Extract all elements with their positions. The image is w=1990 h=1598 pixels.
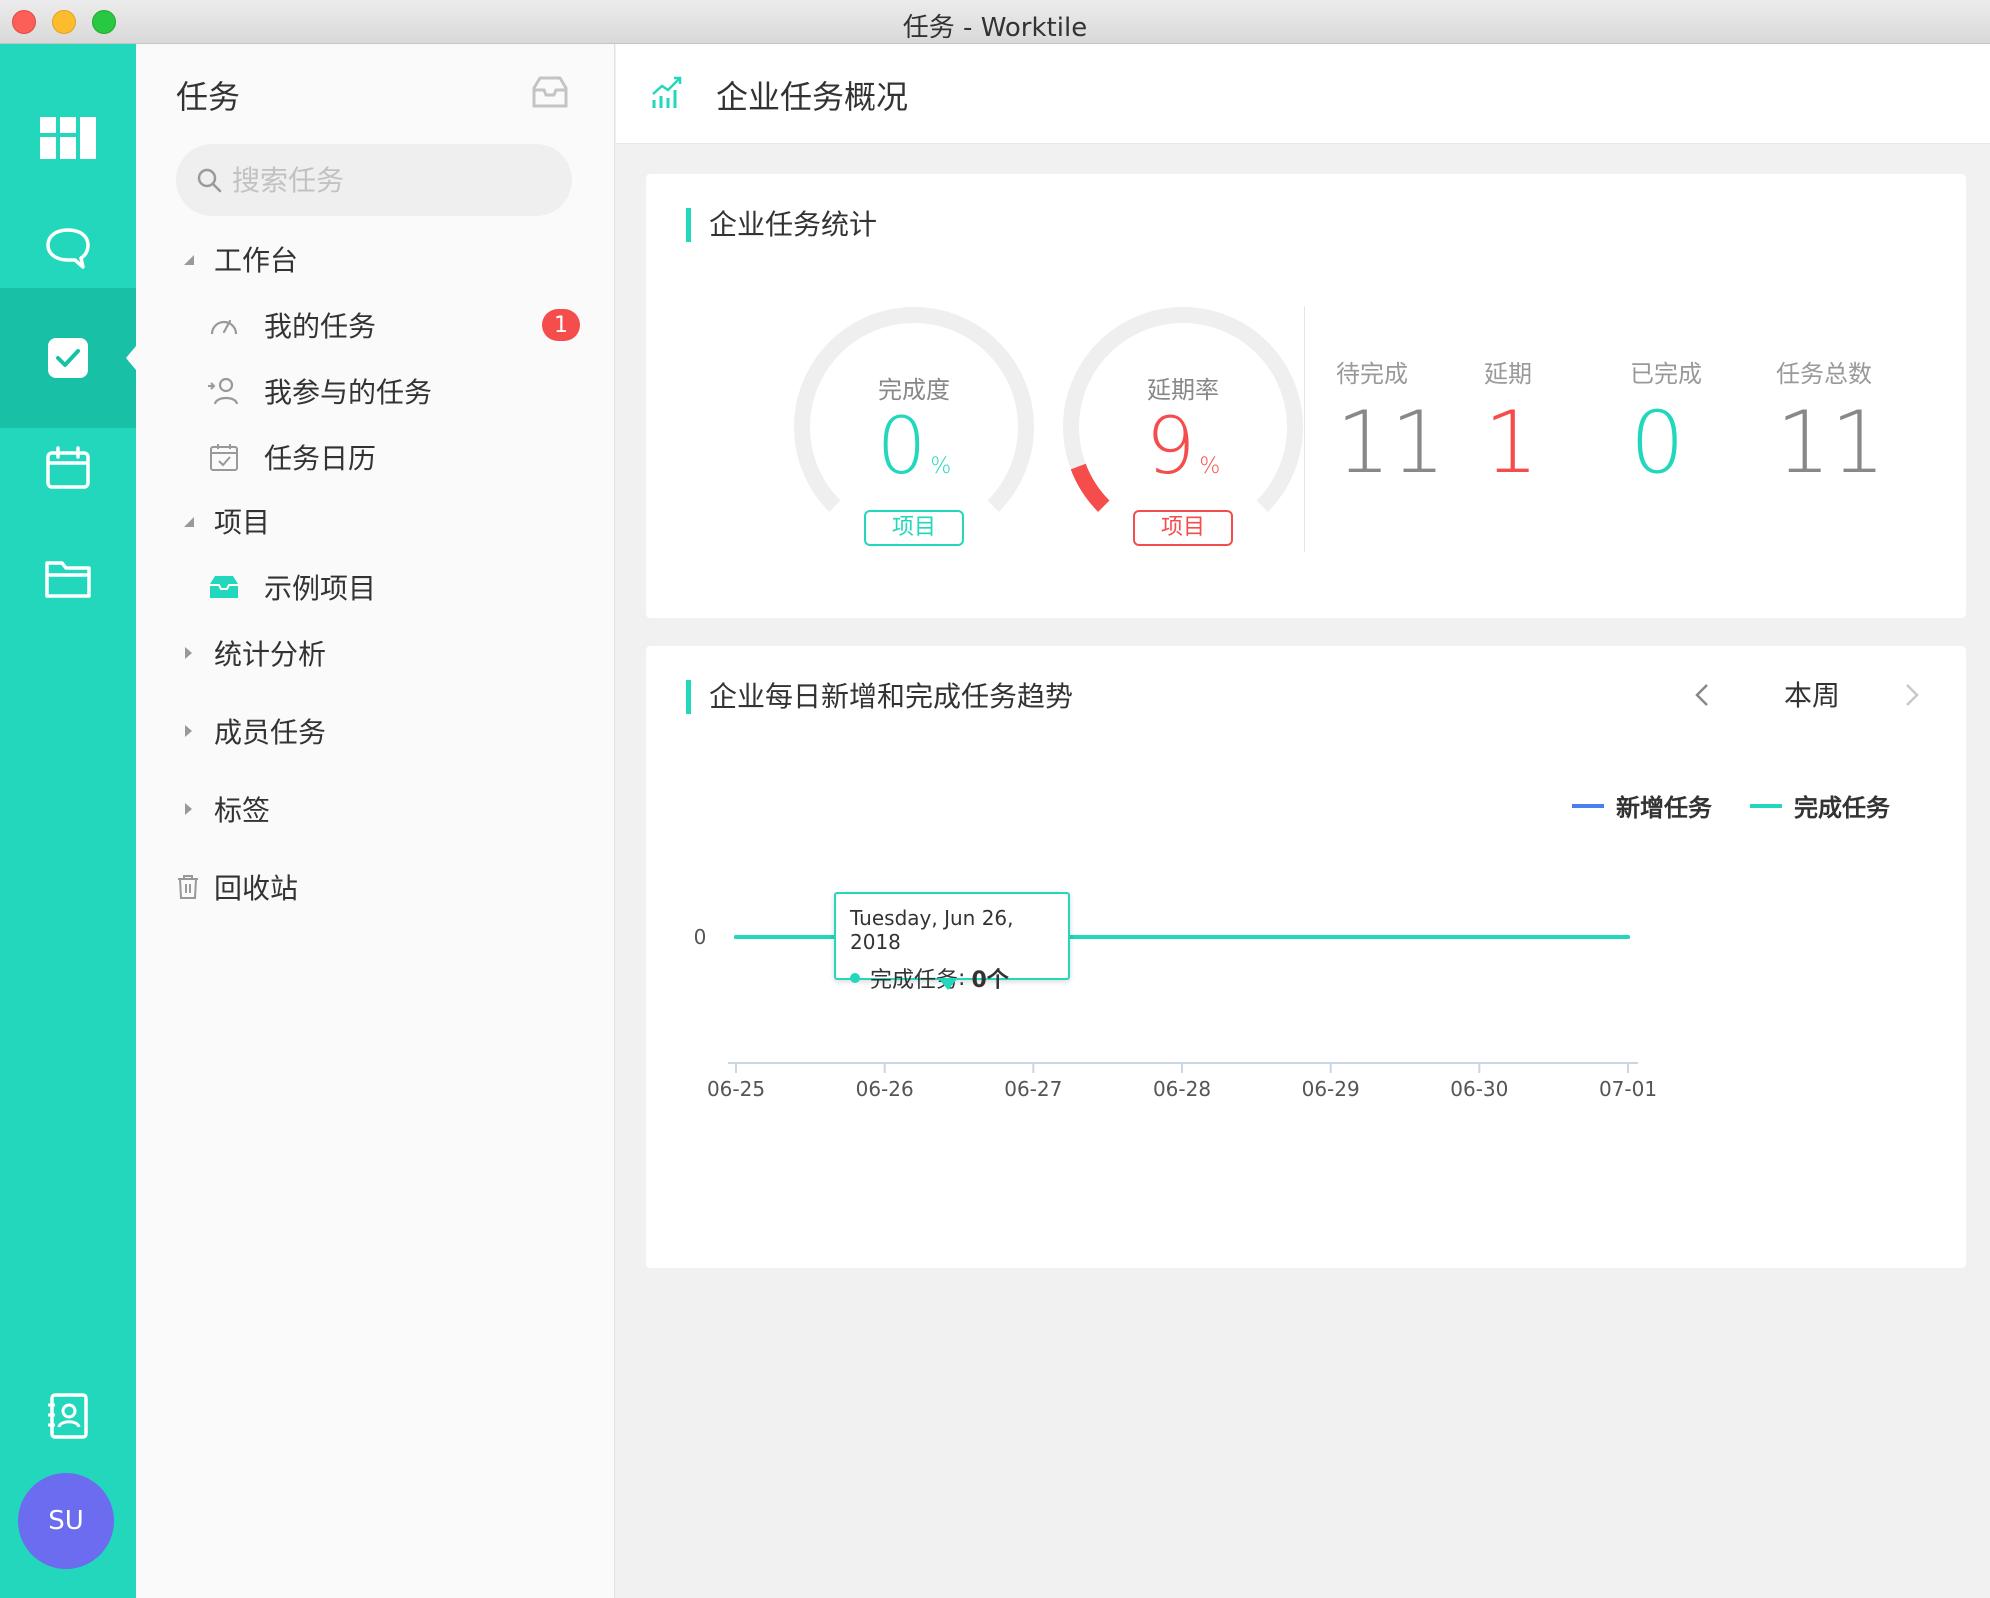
task-stats-card: 企业任务统计 完成度 0% 项目 延期率 9% 项目 待完成 11 延期 1 已… (646, 174, 1966, 618)
chart-tooltip: Tuesday, Jun 26, 2018 完成任务:0个 (834, 892, 1070, 993)
page-title: 企业任务概况 (716, 78, 909, 116)
delay-number: 9 (1145, 402, 1196, 492)
section-label: 统计分析 (214, 638, 327, 671)
stat-value: 0 (1630, 393, 1685, 493)
nav-item-label: 示例项目 (264, 572, 377, 605)
x-tick-label: 06-29 (1302, 1077, 1360, 1101)
section-label: 成员任务 (214, 716, 327, 749)
tooltip-series-dot (850, 973, 860, 983)
y-tick-label: 0 (694, 925, 707, 949)
stat-label: 待完成 (1336, 360, 1408, 388)
inbox-icon (532, 76, 568, 108)
section-statistics[interactable]: 统计分析 (176, 628, 326, 678)
rail-item-files[interactable] (0, 508, 136, 648)
stat-label: 任务总数 (1776, 360, 1872, 388)
stat-value: 11 (1776, 393, 1886, 493)
stats-divider (1304, 306, 1305, 552)
section-tags[interactable]: 标签 (176, 784, 270, 834)
nav-title: 任务 (176, 78, 241, 116)
app-window: 任务 - Worktile SU 任务 搜索任务 工作台 我的任务 1 我参与的… (0, 0, 1990, 1598)
delay-gauge: 延期率 9% 项目 (1058, 302, 1318, 562)
delay-value: 9% (1058, 402, 1308, 512)
window-title: 任务 - Worktile (902, 13, 1088, 43)
my-tasks-count-badge: 1 (542, 309, 580, 341)
stat-pending: 待完成 11 (1336, 354, 1476, 493)
folder-icon (45, 561, 91, 598)
task-trend-card: 企业每日新增和完成任务趋势 本周 新增任务 完成任务 0 06-25 06-26 06… (646, 646, 1966, 1268)
project-box-icon (206, 574, 242, 600)
app-rail: SU (0, 44, 136, 1598)
user-avatar[interactable]: SU (18, 1473, 114, 1569)
task-nav-panel: 任务 工作台 (136, 44, 615, 1598)
completion-gauge: 完成度 0% 项目 (789, 302, 1049, 562)
caret-right-icon (176, 645, 200, 661)
nav-item-label: 我参与的任务 (264, 376, 433, 409)
task-search-box[interactable] (176, 144, 572, 216)
completion-project-tag[interactable]: 项目 (864, 510, 964, 546)
delay-unit: % (1199, 454, 1221, 479)
calendar-check-icon (206, 442, 242, 472)
nav-item-trash[interactable]: 回收站 (176, 862, 298, 912)
completion-value: 0% (789, 402, 1039, 512)
projects-group[interactable]: 项目 (176, 496, 270, 546)
nav-item-task-calendar[interactable]: 任务日历 (206, 432, 376, 482)
caret-right-icon (176, 801, 200, 817)
rail-item-contacts[interactable] (0, 1346, 136, 1486)
section-member-tasks[interactable]: 成员任务 (176, 706, 326, 756)
stat-label: 延期 (1484, 360, 1532, 388)
contacts-icon (48, 1393, 88, 1439)
delay-project-tag[interactable]: 项目 (1133, 510, 1233, 546)
workbench-label: 工作台 (214, 244, 299, 277)
delay-label: 延期率 (1147, 376, 1219, 404)
dashboard-icon (40, 117, 96, 159)
trend-chart-icon (650, 74, 684, 114)
projects-label: 项目 (214, 506, 271, 539)
stat-value: 11 (1336, 393, 1446, 493)
tooltip-series-name: 完成任务 (870, 968, 959, 993)
nav-item-participated-tasks[interactable]: 我参与的任务 (206, 366, 432, 416)
stats-card-title: 企业任务统计 (686, 208, 877, 242)
caret-down-icon (176, 514, 200, 528)
task-check-icon (48, 338, 88, 378)
stat-value: 1 (1484, 393, 1539, 493)
search-icon (197, 168, 222, 193)
inbox-button[interactable] (530, 74, 570, 114)
x-tick-label: 07-01 (1599, 1077, 1657, 1101)
chat-icon (46, 228, 90, 269)
x-tick-label: 06-27 (1004, 1077, 1062, 1101)
stat-label: 已完成 (1630, 360, 1702, 388)
nav-item-sample-project[interactable]: 示例项目 (206, 562, 376, 612)
nav-item-my-tasks[interactable]: 我的任务 (206, 300, 376, 350)
workbench-group[interactable]: 工作台 (176, 234, 298, 284)
participant-icon (206, 376, 242, 406)
completion-unit: % (930, 454, 952, 479)
trash-label: 回收站 (214, 872, 299, 905)
section-label: 标签 (214, 794, 271, 827)
search-input[interactable] (232, 163, 552, 197)
tooltip-row: 完成任务:0个 (850, 962, 1054, 994)
x-tick-label: 06-30 (1450, 1077, 1508, 1101)
tooltip-date: Tuesday, Jun 26, 2018 (850, 906, 1014, 954)
caret-down-icon (176, 252, 200, 266)
gauge-icon (206, 312, 242, 338)
x-tick-label: 06-28 (1153, 1077, 1211, 1101)
stat-total: 任务总数 11 (1776, 354, 1916, 493)
tooltip-value: 0个 (971, 968, 1009, 993)
stat-delayed: 延期 1 (1484, 354, 1624, 493)
completion-number: 0 (876, 402, 927, 492)
title-bar: 任务 - Worktile (0, 0, 1990, 44)
calendar-icon (46, 446, 90, 489)
trash-icon (176, 874, 200, 900)
x-tick-label: 06-25 (707, 1077, 765, 1101)
page-header: 企业任务概况 (616, 44, 1990, 144)
nav-item-label: 我的任务 (264, 310, 377, 343)
caret-right-icon (176, 723, 200, 739)
nav-item-label: 任务日历 (264, 442, 377, 475)
stat-completed: 已完成 0 (1630, 354, 1770, 493)
completion-label: 完成度 (878, 376, 950, 404)
x-tick-label: 06-26 (856, 1077, 914, 1101)
